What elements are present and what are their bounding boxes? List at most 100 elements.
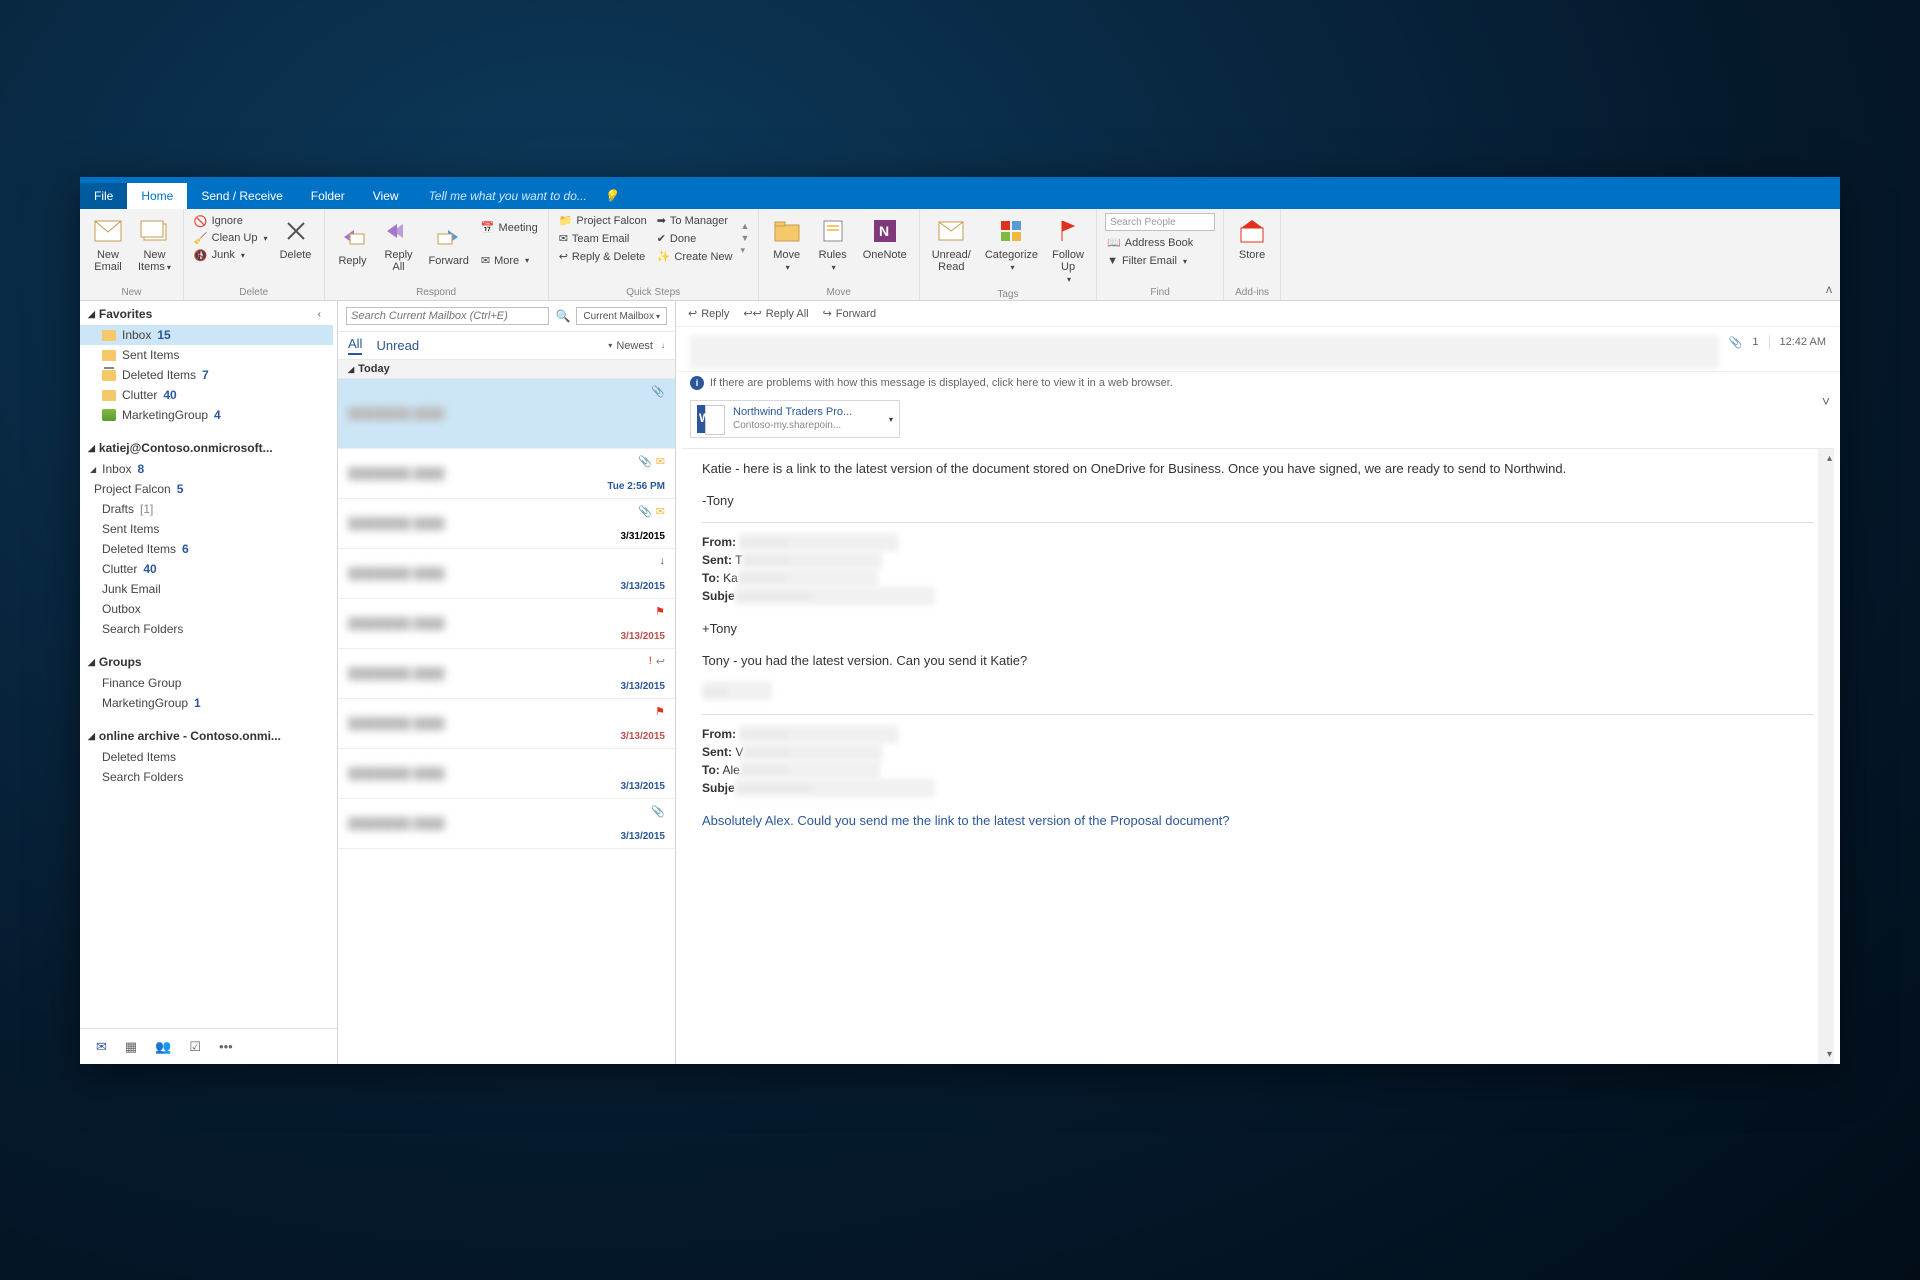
mail-item[interactable]: ████████ ████📎3/13/2015 — [338, 799, 675, 849]
info-icon: i — [690, 376, 704, 390]
store-button[interactable]: Store — [1232, 213, 1272, 263]
new-items-button[interactable]: New Items▾ — [134, 213, 175, 275]
tab-send-receive[interactable]: Send / Receive — [187, 183, 296, 209]
forward-action[interactable]: ↪Forward — [823, 307, 877, 320]
search-mailbox-input[interactable] — [346, 307, 549, 325]
qs-to-manager[interactable]: ➡To Manager — [655, 213, 735, 228]
tab-folder[interactable]: Folder — [297, 183, 359, 209]
filter-all[interactable]: All — [348, 336, 362, 355]
tab-file[interactable]: File — [80, 183, 127, 209]
search-icon[interactable]: 🔍 — [555, 309, 570, 323]
nav-item-clutter[interactable]: Clutter 40 — [80, 385, 333, 405]
qs-project-falcon[interactable]: 📁Project Falcon — [557, 213, 649, 228]
filter-unread[interactable]: Unread — [376, 338, 419, 353]
header-collapse-caret[interactable]: ˅ — [1822, 393, 1830, 409]
junk-button[interactable]: 🚯Junk▾ — [192, 248, 270, 263]
groups-header[interactable]: ◢Groups — [80, 649, 333, 673]
ignore-button[interactable]: 🚫Ignore — [192, 214, 270, 229]
body-scrollbar[interactable]: ▴▾ — [1818, 449, 1834, 1064]
mail-item-date: 3/13/2015 — [621, 781, 666, 792]
qs-team-email[interactable]: ✉Team Email — [557, 231, 649, 246]
tab-view[interactable]: View — [359, 183, 413, 209]
favorites-header[interactable]: ◢Favorites‹ — [80, 301, 333, 325]
reply-all-icon — [383, 215, 415, 247]
address-book-button[interactable]: 📖Address Book — [1105, 235, 1215, 250]
group-label-delete: Delete — [192, 285, 316, 298]
mail-item[interactable]: ████████ ████↓3/13/2015 — [338, 549, 675, 599]
archive-header[interactable]: ◢online archive - Contoso.onmi... — [80, 723, 333, 747]
mail-item[interactable]: ████████ ████⚑3/13/2015 — [338, 599, 675, 649]
nav-item-finance-group[interactable]: Finance Group — [80, 673, 333, 693]
infobar[interactable]: i If there are problems with how this me… — [676, 372, 1840, 394]
qs-reply-delete[interactable]: ↩Reply & Delete — [557, 249, 649, 264]
nav-item-inbox[interactable]: Inbox 15 — [80, 325, 333, 345]
ribbon-collapse-button[interactable]: ʌ — [1826, 282, 1832, 296]
nav-item-clutter[interactable]: Clutter 40 — [80, 559, 333, 579]
move-button[interactable]: Move▾ — [767, 213, 807, 275]
attachment-tile[interactable]: Northwind Traders Pro... Contoso-my.shar… — [690, 400, 900, 438]
tab-home[interactable]: Home — [127, 183, 187, 209]
mail-item[interactable]: ████████ ████📎 — [338, 379, 675, 449]
nav-item-search-folders[interactable]: Search Folders — [80, 767, 333, 787]
sort-dropdown[interactable]: ▾Newest↓ — [606, 340, 665, 352]
onenote-button[interactable]: NOneNote — [859, 213, 911, 275]
nav-item-deleted-items[interactable]: Deleted Items — [80, 747, 333, 767]
more-modules-icon[interactable]: ••• — [219, 1039, 233, 1054]
paperclip-icon: 📎 — [651, 385, 665, 398]
nav-item-sent-items[interactable]: Sent Items — [80, 345, 333, 365]
unread-read-button[interactable]: Unread/ Read — [928, 213, 975, 287]
nav-item-deleted-items[interactable]: Deleted Items 7 — [80, 365, 333, 385]
mail-item[interactable]: ████████ ████⚑3/13/2015 — [338, 699, 675, 749]
attachment-menu-caret[interactable]: ▾ — [889, 415, 893, 424]
qs-scroll-up[interactable]: ▲ — [740, 221, 749, 231]
cleanup-button[interactable]: 🧹Clean Up▾ — [192, 231, 270, 246]
reply-all-action[interactable]: ↩↩Reply All — [743, 307, 808, 320]
nav-collapse-icon[interactable]: ‹ — [318, 309, 325, 320]
forward-button[interactable]: Forward — [425, 219, 473, 269]
reply-all-icon: ↩↩ — [743, 307, 761, 320]
categorize-button[interactable]: Categorize▾ — [981, 213, 1042, 287]
followup-button[interactable]: Follow Up▾ — [1048, 213, 1088, 287]
qs-create-new[interactable]: ✨Create New — [655, 249, 735, 264]
nav-item-drafts[interactable]: Drafts [1] — [80, 499, 333, 519]
reply-action[interactable]: ↩Reply — [688, 307, 729, 320]
mail-item[interactable]: ████████ ████📎✉3/31/2015 — [338, 499, 675, 549]
nav-item-search-folders[interactable]: Search Folders — [80, 619, 333, 639]
more-respond-button[interactable]: ✉More▾ — [479, 253, 540, 268]
team-mail-icon: ✉ — [559, 232, 568, 245]
mail-module-icon[interactable]: ✉ — [96, 1039, 107, 1055]
qs-done[interactable]: ✔Done — [655, 231, 735, 246]
ribbon-tabs: File Home Send / Receive Folder View Tel… — [80, 183, 1840, 209]
list-group-today[interactable]: ◢Today — [338, 360, 675, 379]
nav-item-project-falcon[interactable]: Project Falcon 5 — [80, 479, 333, 499]
nav-item-marketinggroup[interactable]: MarketingGroup 4 — [80, 405, 333, 425]
nav-item-inbox[interactable]: ◢Inbox 8 — [80, 459, 333, 479]
meeting-button[interactable]: 📅Meeting — [479, 220, 540, 235]
people-module-icon[interactable]: 👥 — [155, 1039, 171, 1055]
nav-item-outbox[interactable]: Outbox — [80, 599, 333, 619]
new-email-button[interactable]: New Email — [88, 213, 128, 275]
nav-item-deleted-items[interactable]: Deleted Items 6 — [80, 539, 333, 559]
account-header[interactable]: ◢katiej@Contoso.onmicrosoft... — [80, 435, 333, 459]
reply-button[interactable]: Reply — [333, 219, 373, 269]
nav-item-marketinggroup[interactable]: MarketingGroup 1 — [80, 693, 333, 713]
tell-me-search[interactable]: Tell me what you want to do...💡 — [419, 183, 639, 209]
qs-expand[interactable]: ▾ — [740, 245, 749, 256]
nav-item-junk-email[interactable]: Junk Email — [80, 579, 333, 599]
reply-all-button[interactable]: Reply All — [379, 213, 419, 275]
nav-item-sent-items[interactable]: Sent Items — [80, 519, 333, 539]
delete-button[interactable]: Delete — [276, 213, 316, 263]
mail-item[interactable]: ████████ ████📎✉Tue 2:56 PM — [338, 449, 675, 499]
mail-item[interactable]: ████████ ████!↩3/13/2015 — [338, 649, 675, 699]
calendar-module-icon[interactable]: ▦ — [125, 1039, 137, 1055]
tasks-module-icon[interactable]: ☑ — [189, 1039, 201, 1055]
rules-button[interactable]: Rules▾ — [813, 213, 853, 275]
search-scope-dropdown[interactable]: Current Mailbox▾ — [576, 307, 667, 325]
forward-icon: ↪ — [823, 307, 832, 320]
ribbon-group-new: New Email New Items▾ New — [80, 209, 184, 300]
qs-scroll-down[interactable]: ▼ — [740, 233, 749, 243]
filter-email-button[interactable]: ▼Filter Email▾ — [1105, 254, 1215, 268]
mail-item[interactable]: ████████ ████3/13/2015 — [338, 749, 675, 799]
search-people-input[interactable]: Search People — [1105, 213, 1215, 231]
reading-pane: ↩Reply ↩↩Reply All ↪Forward 📎1 12:42 AM … — [676, 301, 1840, 1064]
